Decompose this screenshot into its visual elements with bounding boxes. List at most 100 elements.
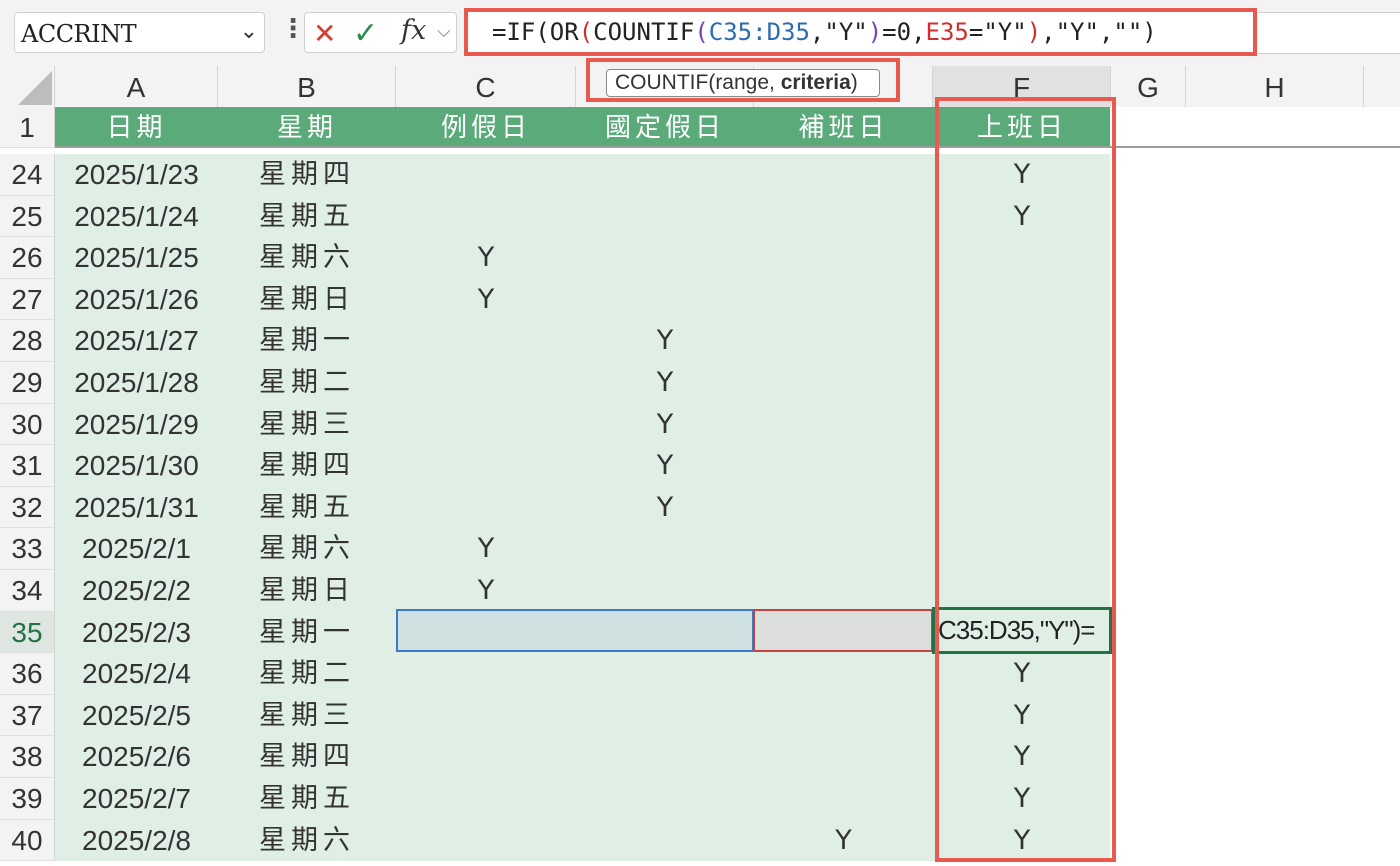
- table-cell[interactable]: Y: [576, 445, 754, 487]
- table-header-cell[interactable]: 例假日: [396, 107, 576, 147]
- row-header[interactable]: 40: [0, 820, 55, 861]
- column-header-c[interactable]: C: [396, 66, 576, 107]
- table-cell[interactable]: 星期四: [218, 445, 396, 487]
- table-cell[interactable]: [754, 778, 933, 820]
- table-cell[interactable]: [396, 778, 576, 820]
- check-icon[interactable]: ✓: [353, 16, 378, 51]
- table-cell[interactable]: 2025/1/29: [55, 404, 218, 445]
- table-cell[interactable]: [754, 154, 933, 196]
- table-cell[interactable]: [396, 653, 576, 695]
- table-cell[interactable]: [754, 445, 933, 487]
- table-cell[interactable]: [754, 653, 933, 695]
- table-cell[interactable]: [396, 736, 576, 778]
- select-all-corner[interactable]: [0, 66, 55, 107]
- table-cell[interactable]: 2025/1/31: [55, 487, 218, 528]
- table-cell[interactable]: [396, 154, 576, 196]
- table-cell[interactable]: 星期四: [218, 154, 396, 196]
- insert-function-icon[interactable]: fx: [401, 15, 426, 46]
- table-cell[interactable]: 2025/1/27: [55, 320, 218, 362]
- table-cell[interactable]: [576, 820, 754, 861]
- table-cell[interactable]: [754, 404, 933, 445]
- table-header-cell[interactable]: 日期: [55, 107, 218, 147]
- table-cell[interactable]: 星期五: [218, 487, 396, 528]
- table-cell[interactable]: [754, 362, 933, 404]
- row-header[interactable]: 39: [0, 778, 55, 820]
- column-header-h[interactable]: H: [1186, 66, 1364, 107]
- row-header[interactable]: 27: [0, 279, 55, 320]
- row-header[interactable]: 24: [0, 154, 55, 196]
- table-cell[interactable]: Y: [754, 820, 933, 861]
- table-cell[interactable]: 2025/2/8: [55, 820, 218, 861]
- table-cell[interactable]: [396, 404, 576, 445]
- table-cell[interactable]: 2025/2/6: [55, 736, 218, 778]
- table-cell[interactable]: 星期五: [218, 196, 396, 237]
- table-header-cell[interactable]: 星期: [218, 107, 396, 147]
- table-cell[interactable]: [396, 320, 576, 362]
- row-header[interactable]: 35: [0, 612, 55, 653]
- table-cell[interactable]: 星期三: [218, 695, 396, 736]
- row-header[interactable]: 37: [0, 695, 55, 736]
- table-cell[interactable]: [576, 570, 754, 612]
- row-header[interactable]: 31: [0, 445, 55, 487]
- table-cell[interactable]: 2025/1/24: [55, 196, 218, 237]
- table-cell[interactable]: [576, 196, 754, 237]
- table-header-cell[interactable]: 補班日: [754, 107, 933, 147]
- table-cell[interactable]: 2025/1/26: [55, 279, 218, 320]
- table-cell[interactable]: 星期三: [218, 404, 396, 445]
- row-header[interactable]: 36: [0, 653, 55, 695]
- row-header[interactable]: 25: [0, 196, 55, 237]
- chevron-down-icon[interactable]: ⌵: [437, 21, 451, 42]
- formula-input[interactable]: =IF(OR(COUNTIF(C35:D35,"Y")=0,E35="Y"),"…: [464, 8, 1257, 56]
- table-cell[interactable]: Y: [576, 404, 754, 445]
- table-cell[interactable]: Y: [396, 570, 576, 612]
- row-header[interactable]: 29: [0, 362, 55, 404]
- table-cell[interactable]: 2025/1/28: [55, 362, 218, 404]
- table-cell[interactable]: 星期五: [218, 778, 396, 820]
- table-cell[interactable]: [576, 736, 754, 778]
- table-cell[interactable]: [396, 362, 576, 404]
- table-cell[interactable]: 星期四: [218, 736, 396, 778]
- chevron-down-icon[interactable]: ⌄: [240, 19, 258, 44]
- table-cell[interactable]: 星期日: [218, 570, 396, 612]
- table-cell[interactable]: [754, 487, 933, 528]
- table-cell[interactable]: 2025/2/5: [55, 695, 218, 736]
- table-cell[interactable]: [576, 154, 754, 196]
- table-cell[interactable]: 星期一: [218, 320, 396, 362]
- more-options-icon[interactable]: ⋮: [280, 14, 306, 44]
- table-cell[interactable]: 星期六: [218, 820, 396, 861]
- formula-input-extension[interactable]: [1258, 12, 1400, 54]
- column-header-b[interactable]: B: [218, 66, 396, 107]
- table-cell[interactable]: [576, 279, 754, 320]
- table-cell[interactable]: [754, 528, 933, 570]
- table-cell[interactable]: [754, 237, 933, 279]
- table-cell[interactable]: Y: [576, 320, 754, 362]
- table-cell[interactable]: [754, 695, 933, 736]
- table-cell[interactable]: 2025/2/1: [55, 528, 218, 570]
- table-cell[interactable]: 2025/2/2: [55, 570, 218, 612]
- table-cell[interactable]: Y: [396, 528, 576, 570]
- table-cell[interactable]: [754, 736, 933, 778]
- table-cell[interactable]: Y: [396, 237, 576, 279]
- table-cell[interactable]: [396, 695, 576, 736]
- name-box[interactable]: ACCRINT ⌄: [14, 12, 265, 53]
- table-cell[interactable]: [576, 528, 754, 570]
- table-cell[interactable]: 星期一: [218, 612, 396, 653]
- table-cell[interactable]: [576, 778, 754, 820]
- table-cell[interactable]: Y: [576, 487, 754, 528]
- table-cell[interactable]: [576, 695, 754, 736]
- row-header[interactable]: 34: [0, 570, 55, 612]
- row-header-1[interactable]: 1: [0, 107, 55, 148]
- row-header[interactable]: 32: [0, 487, 55, 528]
- column-header-g[interactable]: G: [1111, 66, 1186, 107]
- table-cell[interactable]: 星期六: [218, 237, 396, 279]
- table-cell[interactable]: [754, 570, 933, 612]
- row-header[interactable]: 28: [0, 320, 55, 362]
- table-cell[interactable]: 2025/1/30: [55, 445, 218, 487]
- row-header[interactable]: 33: [0, 528, 55, 570]
- table-cell[interactable]: [576, 237, 754, 279]
- table-cell[interactable]: 2025/2/4: [55, 653, 218, 695]
- table-cell[interactable]: [754, 320, 933, 362]
- table-cell[interactable]: 星期日: [218, 279, 396, 320]
- table-cell[interactable]: [396, 487, 576, 528]
- table-cell[interactable]: 2025/1/25: [55, 237, 218, 279]
